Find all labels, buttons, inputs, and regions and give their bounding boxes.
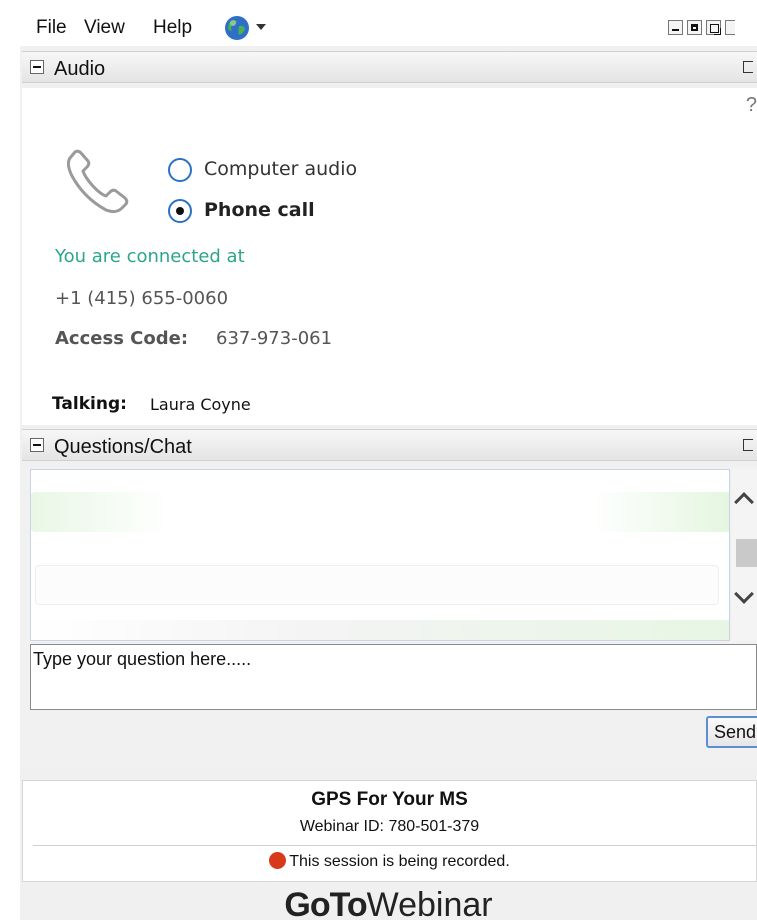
redacted-chat-message bbox=[35, 565, 719, 605]
scroll-down-icon[interactable] bbox=[734, 584, 754, 604]
logo-goto: GoTo bbox=[284, 886, 367, 920]
webinar-info-box: GPS For Your MS Webinar ID: 780-501-379 … bbox=[22, 780, 757, 882]
globe-icon[interactable] bbox=[223, 14, 251, 42]
recording-notice: This session is being recorded. bbox=[23, 852, 756, 871]
audio-popout-icon[interactable] bbox=[743, 61, 753, 73]
phone-call-label[interactable]: Phone call bbox=[204, 199, 315, 221]
access-code-label: Access Code: bbox=[55, 328, 189, 349]
chat-section-title: Questions/Chat bbox=[54, 436, 192, 458]
phone-call-radio[interactable] bbox=[168, 199, 192, 223]
redacted-chat-message bbox=[31, 492, 729, 532]
popout-icon[interactable] bbox=[706, 20, 721, 35]
dial-in-number: +1 (415) 655-0060 bbox=[55, 288, 229, 309]
audio-section-header: Audio bbox=[22, 51, 757, 83]
chat-popout-icon[interactable] bbox=[743, 439, 753, 451]
connected-status-text: You are connected at bbox=[55, 246, 245, 267]
chat-scrollbar[interactable] bbox=[732, 469, 757, 641]
recording-text: This session is being recorded. bbox=[289, 853, 510, 870]
computer-audio-radio[interactable] bbox=[168, 158, 192, 182]
recording-dot-icon bbox=[269, 852, 287, 869]
menu-view[interactable]: View bbox=[84, 17, 125, 39]
scroll-thumb[interactable] bbox=[736, 539, 757, 567]
globe-dropdown-icon[interactable] bbox=[256, 24, 266, 30]
close-icon[interactable] bbox=[725, 20, 735, 35]
computer-audio-label[interactable]: Computer audio bbox=[204, 158, 357, 180]
menu-help[interactable]: Help bbox=[153, 17, 192, 39]
send-button[interactable]: Send bbox=[706, 716, 757, 748]
webinar-title: GPS For Your MS bbox=[311, 789, 468, 810]
info-divider bbox=[33, 845, 756, 846]
minimize-icon[interactable] bbox=[668, 20, 683, 35]
audio-panel: ? Computer audio Phone call You are conn… bbox=[22, 88, 757, 425]
chat-collapse-icon[interactable] bbox=[30, 438, 44, 452]
menu-bar: File View Help bbox=[20, 8, 757, 46]
question-input[interactable] bbox=[30, 644, 757, 710]
scroll-up-icon[interactable] bbox=[734, 492, 754, 512]
talking-speaker-name: Laura Coyne bbox=[150, 395, 251, 414]
audio-help-icon[interactable]: ? bbox=[746, 94, 757, 117]
phone-handset-icon bbox=[66, 149, 129, 214]
talking-label: Talking: bbox=[52, 394, 127, 414]
audio-collapse-icon[interactable] bbox=[30, 60, 44, 74]
chat-log[interactable] bbox=[30, 469, 730, 641]
chat-section-header: Questions/Chat bbox=[22, 429, 757, 461]
access-code-value: 637-973-061 bbox=[216, 328, 333, 349]
gotowebinar-logo: GoToWebinar bbox=[20, 888, 757, 920]
redacted-chat-message bbox=[31, 620, 729, 640]
webinar-id: Webinar ID: 780-501-379 bbox=[299, 818, 480, 835]
chat-panel: Send bbox=[22, 467, 757, 767]
maximize-icon[interactable] bbox=[687, 20, 702, 35]
audio-section-title: Audio bbox=[54, 58, 106, 80]
logo-webinar: Webinar bbox=[366, 886, 493, 920]
menu-file[interactable]: File bbox=[36, 17, 67, 39]
goto-webinar-panel: File View Help Audio ? Computer audio Ph… bbox=[20, 8, 757, 920]
